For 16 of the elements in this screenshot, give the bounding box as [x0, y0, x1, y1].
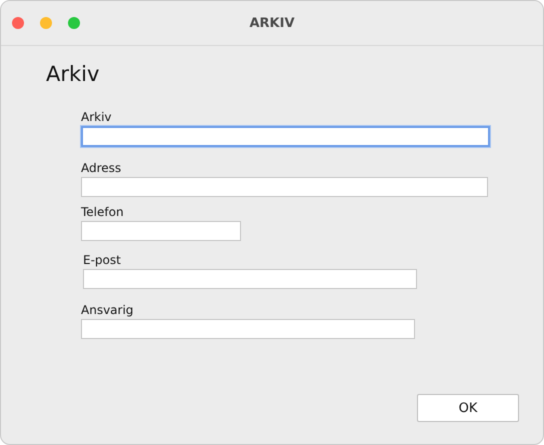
window-control-icon[interactable]: [68, 17, 80, 29]
field-label: E-post: [83, 253, 121, 267]
input-field[interactable]: [83, 269, 417, 289]
ok-button[interactable]: OK: [417, 394, 519, 422]
input-field[interactable]: [81, 177, 488, 197]
input-field[interactable]: [81, 319, 415, 339]
field-label: Arkiv: [81, 110, 112, 124]
window-control-icon[interactable]: [12, 17, 24, 29]
window-title: ARKIV: [249, 16, 295, 30]
field-label: Telefon: [81, 205, 124, 219]
input-field[interactable]: [81, 126, 490, 147]
window-control-icon[interactable]: [40, 17, 52, 29]
input-field[interactable]: [81, 221, 241, 241]
field-label: Ansvarig: [81, 303, 134, 317]
form-heading: Arkiv: [46, 62, 100, 86]
field-label: Adress: [81, 161, 122, 175]
